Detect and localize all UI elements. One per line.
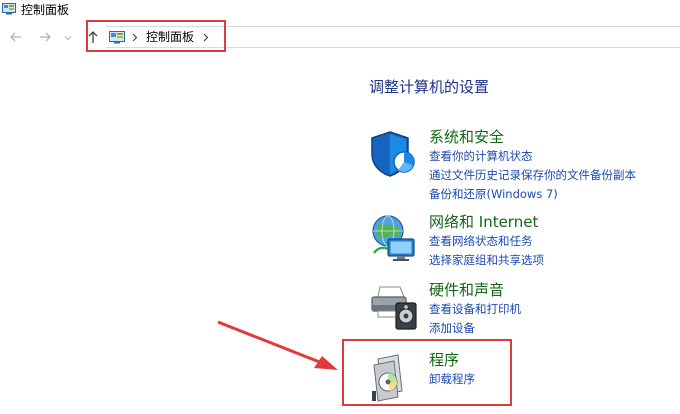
category-title[interactable]: 硬件和声音 (429, 281, 521, 299)
page-title: 调整计算机的设置 (369, 78, 490, 96)
control-panel-icon (2, 3, 16, 15)
network-globe-icon[interactable] (368, 213, 420, 265)
category-title[interactable]: 网络和 Internet (429, 213, 544, 231)
annotation-arrow (217, 320, 338, 370)
category-link[interactable]: 查看你的计算机状态 (429, 147, 636, 166)
category-link[interactable]: 通过文件历史记录保存你的文件备份副本 (429, 166, 636, 185)
title-bar: 控制面板 (0, 0, 680, 22)
category-link[interactable]: 查看网络状态和任务 (429, 232, 544, 251)
category-link[interactable]: 查看设备和打印机 (429, 300, 521, 319)
category-title[interactable]: 系统和安全 (429, 128, 636, 146)
address-highlight-box (86, 20, 226, 52)
category-link[interactable]: 选择家庭组和共享选项 (429, 251, 544, 270)
shield-icon[interactable] (368, 128, 420, 180)
arrow-left-icon[interactable] (9, 30, 23, 44)
category-link[interactable]: 添加设备 (429, 319, 521, 338)
arrow-right-icon[interactable] (38, 30, 52, 44)
chevron-down-icon[interactable] (64, 34, 72, 42)
window-title: 控制面板 (21, 3, 70, 17)
category-link[interactable]: 备份和还原(Windows 7) (429, 185, 636, 204)
programs-highlight-box (342, 339, 512, 406)
printer-icon[interactable] (368, 281, 420, 333)
